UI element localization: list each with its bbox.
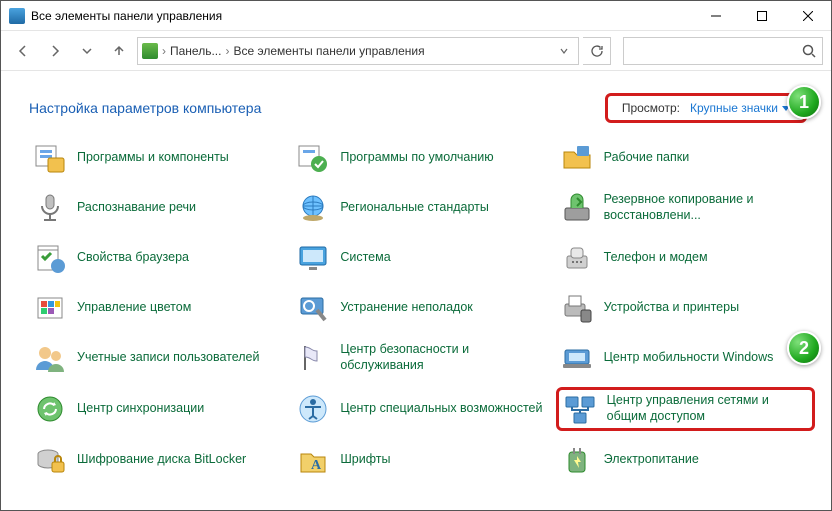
power-icon [560,443,594,477]
sync-icon [33,392,67,426]
troubleshoot-icon [296,291,330,325]
internet-options-icon [33,241,67,275]
search-input[interactable] [623,37,823,65]
search-icon [802,44,816,58]
annotation-badge-1: 1 [787,85,821,119]
item-troubleshooting[interactable]: Устранение неполадок [292,287,551,329]
item-speech-recognition[interactable]: Распознавание речи [29,187,288,229]
address-dropdown[interactable] [554,38,574,64]
work-folders-icon [560,141,594,175]
item-phone-modem[interactable]: Телефон и модем [556,237,815,279]
default-programs-icon [296,141,330,175]
item-user-accounts[interactable]: Учетные записи пользователей [29,337,288,379]
up-button[interactable] [105,37,133,65]
item-bitlocker[interactable]: Шифрование диска BitLocker [29,439,288,481]
view-label: Просмотр: [622,101,680,115]
backup-icon [560,191,594,225]
breadcrumb-1[interactable]: Панель... [170,44,221,58]
item-internet-options[interactable]: Свойства браузера [29,237,288,279]
item-power-options[interactable]: Электропитание [556,439,815,481]
item-programs-and-features[interactable]: Программы и компоненты [29,137,288,179]
system-icon [296,241,330,275]
annotation-badge-2: 2 [787,331,821,365]
programs-icon [33,141,67,175]
item-work-folders[interactable]: Рабочие папки [556,137,815,179]
control-panel-path-icon [142,43,158,59]
globe-icon [296,191,330,225]
items-grid: Программы и компоненты Программы по умол… [1,133,831,485]
network-icon [563,392,597,426]
item-mobility-center[interactable]: Центр мобильности Windows [556,337,815,379]
titlebar: Все элементы панели управления [1,1,831,31]
refresh-button[interactable] [583,37,611,65]
maximize-button[interactable] [739,1,785,31]
item-fonts[interactable]: A Шрифты [292,439,551,481]
recent-dropdown[interactable] [73,37,101,65]
bitlocker-icon [33,443,67,477]
item-color-management[interactable]: Управление цветом [29,287,288,329]
fonts-icon: A [296,443,330,477]
window-title: Все элементы панели управления [31,9,222,23]
flag-icon [296,341,330,375]
chevron-right-icon: › [225,44,229,58]
item-sync-center[interactable]: Центр синхронизации [29,387,288,431]
microphone-icon [33,191,67,225]
forward-button[interactable] [41,37,69,65]
navbar: › Панель... › Все элементы панели управл… [1,31,831,71]
breadcrumb-2[interactable]: Все элементы панели управления [233,44,424,58]
devices-printers-icon [560,291,594,325]
item-backup-restore[interactable]: Резервное копирование и восстановлени... [556,187,815,229]
item-default-programs[interactable]: Программы по умолчанию [292,137,551,179]
ease-of-access-icon [296,392,330,426]
item-system[interactable]: Система [292,237,551,279]
item-devices-printers[interactable]: Устройства и принтеры [556,287,815,329]
back-button[interactable] [9,37,37,65]
color-icon [33,291,67,325]
mobility-icon [560,341,594,375]
close-button[interactable] [785,1,831,31]
page-title: Настройка параметров компьютера [29,100,261,116]
view-selector[interactable]: Просмотр: Крупные значки [605,93,807,123]
item-security-maintenance[interactable]: Центр безопасности и обслуживания [292,337,551,379]
address-bar[interactable]: › Панель... › Все элементы панели управл… [137,37,579,65]
item-region[interactable]: Региональные стандарты [292,187,551,229]
view-value[interactable]: Крупные значки [690,101,790,115]
control-panel-icon [9,8,25,24]
item-ease-of-access[interactable]: Центр специальных возможностей [292,387,551,431]
item-network-sharing-center[interactable]: Центр управления сетями и общим доступом [556,387,815,431]
user-accounts-icon [33,341,67,375]
content-header: Настройка параметров компьютера Просмотр… [1,71,831,133]
svg-text:A: A [311,458,322,473]
phone-modem-icon [560,241,594,275]
chevron-right-icon: › [162,44,166,58]
minimize-button[interactable] [693,1,739,31]
